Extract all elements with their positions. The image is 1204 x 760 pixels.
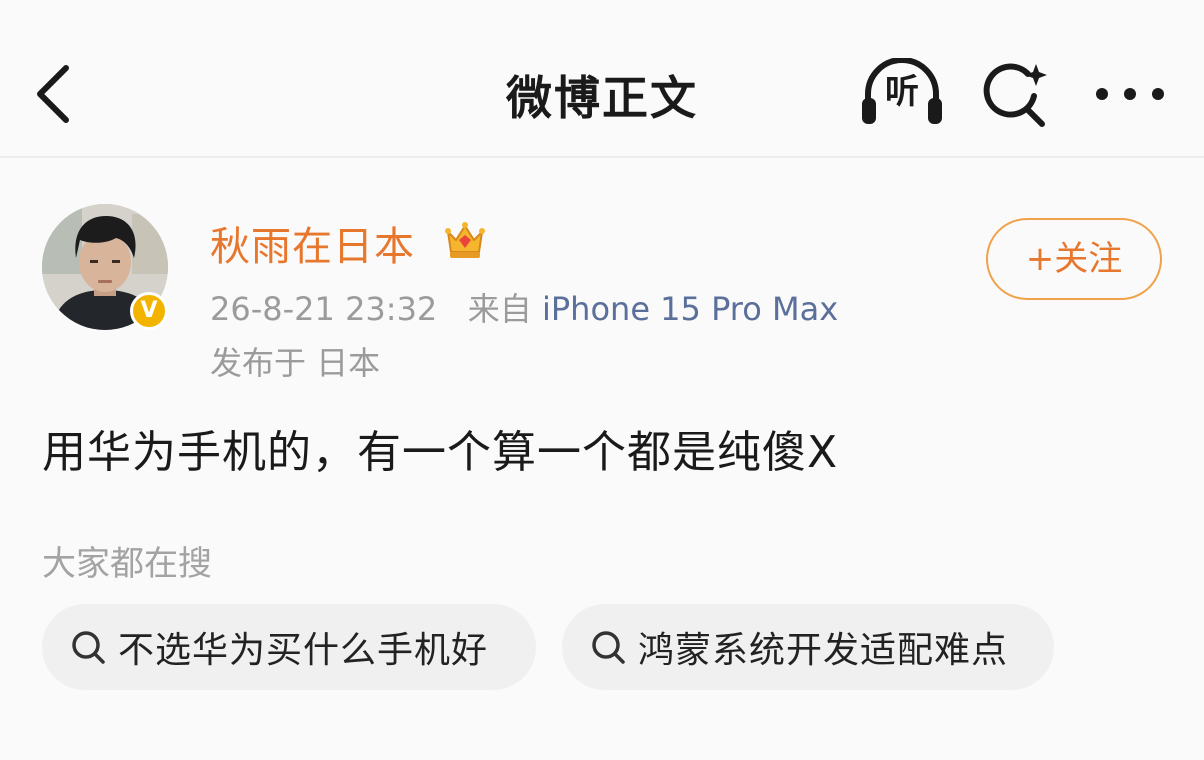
more-dots-icon [1096,88,1164,100]
search-button[interactable] [978,56,1054,132]
verified-badge: V [130,292,168,330]
sparkle-search-icon [983,63,1047,127]
trending-search-text: 不选华为买什么手机好 [118,630,489,671]
weibo-post-page: 微博正文 听 V 秋雨在日本 26-8-21 23:32 来自 iPhone 1… [0,0,1204,760]
source-device-link[interactable]: iPhone 15 Pro Max [542,290,838,328]
top-nav-bar: 微博正文 听 [0,0,1204,158]
author-name[interactable]: 秋雨在日本 [210,214,415,272]
crown-icon [445,222,485,258]
source-prefix: 来自 [467,290,532,328]
follow-button[interactable]: +关注 [986,218,1162,300]
post-timestamp: 26-8-21 23:32 [210,290,438,328]
more-options-button[interactable] [1090,72,1170,116]
trending-search-chip[interactable]: 不选华为买什么手机好 [42,604,536,690]
trending-label: 大家都在搜 [42,544,212,584]
trending-search-text: 鸿蒙系统开发适配难点 [638,630,1009,671]
listen-label: 听 [885,72,919,112]
post-meta: 26-8-21 23:32 来自 iPhone 15 Pro Max [210,284,838,330]
search-icon [72,631,105,664]
post-content: 用华为手机的，有一个算一个都是纯傻X [42,427,839,478]
listen-button[interactable]: 听 [858,58,946,130]
trending-search-chip[interactable]: 鸿蒙系统开发适配难点 [562,604,1054,690]
post-location: 发布于 日本 [210,344,381,382]
search-icon [592,631,625,664]
